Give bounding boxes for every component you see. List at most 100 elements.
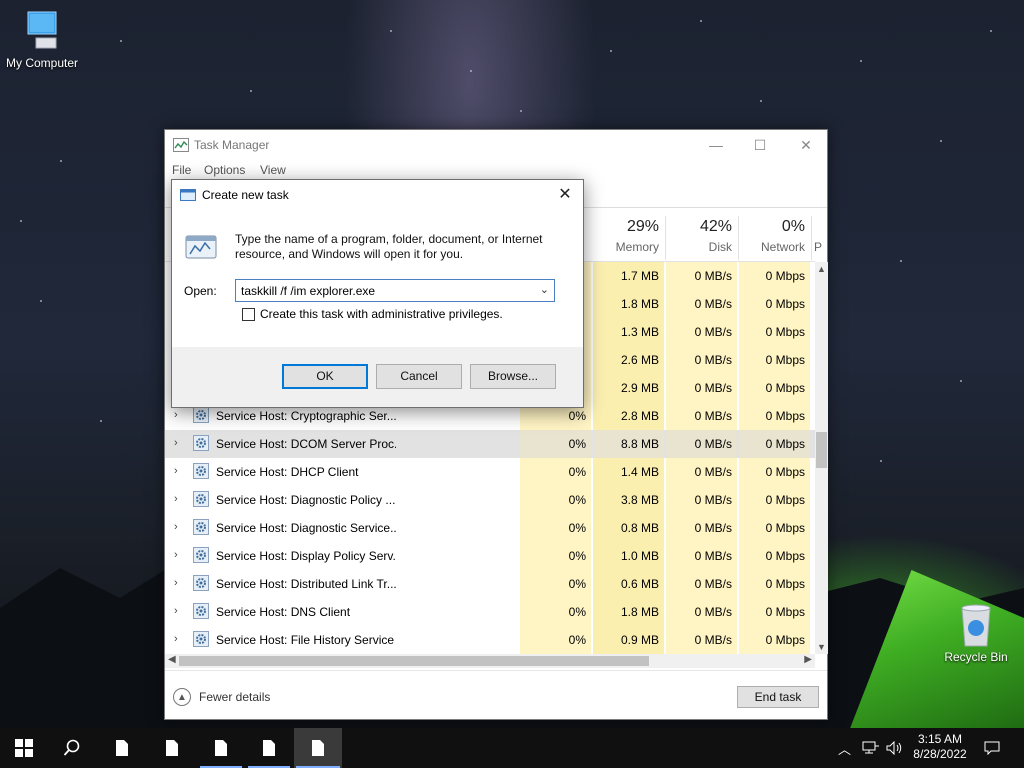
expand-chevron-icon[interactable]: › [174, 549, 178, 561]
monitor-icon [27, 11, 57, 49]
cpu-value: 0% [568, 437, 586, 451]
expand-chevron-icon[interactable]: › [174, 437, 178, 449]
scroll-down-arrow-icon[interactable]: ▼ [815, 642, 828, 652]
disk-value: 0 MB/s [694, 605, 732, 619]
table-row[interactable]: › Service Host: Diagnostic Service... 0% 0.… [165, 514, 815, 542]
memory-value: 0.6 MB [620, 577, 659, 591]
column-network[interactable]: 0% Network [741, 218, 805, 254]
taskbar-app-3[interactable] [198, 728, 244, 768]
taskbar-app-4[interactable] [246, 728, 292, 768]
clock[interactable]: 3:15 AM 8/28/2022 [908, 732, 972, 762]
maximize-button[interactable]: ☐ [737, 130, 783, 160]
close-button[interactable]: ✕ [783, 130, 829, 160]
memory-value: 8.8 MB [620, 437, 659, 451]
vertical-scrollbar[interactable]: ▲ ▼ [815, 262, 828, 654]
table-row[interactable]: › Service Host: DNS Client 0% 1.8 MB 0 MB/s 0… [165, 598, 815, 626]
dialog-title-bar[interactable]: Create new task [180, 188, 289, 202]
run-window-icon [180, 189, 196, 201]
open-combobox[interactable]: taskkill /f /im explorer.exe ⌄ [235, 279, 555, 302]
column-disk[interactable]: 42% Disk [668, 218, 732, 254]
admin-privileges-checkbox[interactable]: Create this task with administrative pri… [242, 307, 503, 321]
open-input[interactable]: taskkill /f /im explorer.exe [241, 284, 375, 298]
network-value: 0 Mbps [765, 521, 805, 535]
table-row[interactable]: › Service Host: File History Service 0% 0.9… [165, 626, 815, 654]
memory-value: 2.6 MB [620, 353, 659, 367]
ok-button[interactable]: OK [282, 364, 368, 389]
chevron-up-icon: ︿ [838, 741, 852, 757]
cancel-button[interactable]: Cancel [376, 364, 462, 389]
vertical-scroll-thumb[interactable] [816, 432, 827, 468]
window-title: Task Manager [194, 138, 270, 152]
expand-chevron-icon[interactable]: › [174, 633, 178, 645]
taskbar-app-5[interactable] [294, 728, 342, 768]
speaker-icon [886, 741, 902, 755]
dialog-close-button[interactable]: ✕ [553, 184, 577, 206]
notification-icon [984, 741, 1000, 756]
expand-chevron-icon[interactable]: › [174, 493, 178, 505]
taskbar-app-2[interactable] [148, 728, 196, 768]
end-task-button[interactable]: End task [737, 686, 819, 708]
process-name: Service Host: Diagnostic Policy ... [216, 493, 396, 507]
process-name: Service Host: Display Policy Serv... [216, 549, 396, 563]
scroll-right-arrow-icon[interactable]: ▶ [804, 654, 812, 665]
menu-file[interactable]: File [172, 163, 191, 177]
checkbox-box[interactable] [242, 307, 255, 321]
scroll-left-arrow-icon[interactable]: ◀ [168, 654, 176, 665]
fewer-details-button[interactable]: ▲ Fewer details [173, 688, 270, 706]
process-name: Service Host: Diagnostic Service... [216, 521, 396, 535]
expand-chevron-icon[interactable]: › [174, 409, 178, 421]
network-tray-button[interactable] [862, 728, 880, 768]
my-computer-label: My Computer [5, 56, 79, 70]
search-button[interactable] [48, 728, 96, 768]
memory-value: 1.0 MB [620, 549, 659, 563]
network-value: 0 Mbps [765, 605, 805, 619]
recycle-bin-icon[interactable]: Recycle Bin [934, 602, 1018, 664]
document-icon [116, 740, 128, 756]
notifications-button[interactable] [984, 728, 1000, 768]
memory-value: 1.8 MB [620, 605, 659, 619]
minimize-button[interactable]: — [693, 130, 739, 160]
column-memory[interactable]: 29% Memory [595, 218, 659, 254]
cpu-value: 0% [568, 633, 586, 647]
title-bar[interactable]: Task Manager — ☐ ✕ [165, 130, 827, 160]
column-power-partial[interactable]: . P [814, 218, 828, 254]
disk-value: 0 MB/s [694, 409, 732, 423]
volume-tray-button[interactable] [886, 728, 904, 768]
table-row[interactable]: › Service Host: DCOM Server Proc... 0% 8.8 … [165, 430, 815, 458]
network-value: 0 Mbps [765, 381, 805, 395]
menu-options[interactable]: Options [204, 163, 245, 177]
process-name: Service Host: Cryptographic Ser... [216, 409, 396, 423]
scroll-up-arrow-icon[interactable]: ▲ [815, 264, 828, 274]
start-button[interactable] [0, 728, 48, 768]
cpu-value: 0% [568, 549, 586, 563]
my-computer-icon[interactable]: My Computer [0, 10, 84, 70]
taskbar-app-1[interactable] [98, 728, 146, 768]
clock-date: 8/28/2022 [913, 747, 967, 761]
horizontal-scroll-thumb[interactable] [179, 656, 649, 666]
network-header-label: Network [760, 240, 805, 254]
tray-overflow-button[interactable]: ︿ [838, 728, 851, 768]
table-row[interactable]: › Service Host: Diagnostic Policy ... 0% 3.… [165, 486, 815, 514]
open-label: Open: [184, 284, 217, 298]
table-row[interactable]: › Service Host: Distributed Link Tr... 0% 0… [165, 570, 815, 598]
expand-chevron-icon[interactable]: › [174, 465, 178, 477]
disk-value: 0 MB/s [694, 269, 732, 283]
menu-view[interactable]: View [260, 163, 286, 177]
network-value: 0 Mbps [765, 409, 805, 423]
expand-chevron-icon[interactable]: › [174, 577, 178, 589]
memory-value: 1.8 MB [620, 297, 659, 311]
expand-chevron-icon[interactable]: › [174, 521, 178, 533]
chevron-down-icon[interactable]: ⌄ [540, 283, 549, 296]
disk-value: 0 MB/s [694, 353, 732, 367]
table-row[interactable]: › Service Host: DHCP Client 0% 1.4 MB 0 MB/s… [165, 458, 815, 486]
expand-chevron-icon[interactable]: › [174, 605, 178, 617]
trash-icon [961, 604, 991, 647]
disk-value: 0 MB/s [694, 465, 732, 479]
memory-value: 0.9 MB [620, 633, 659, 647]
horizontal-scrollbar[interactable]: ◀ ▶ [165, 654, 815, 668]
task-manager-icon [173, 138, 189, 152]
browse-button[interactable]: Browse... [470, 364, 556, 389]
table-row[interactable]: › Service Host: Display Policy Serv... 0% 1… [165, 542, 815, 570]
process-name: Service Host: DCOM Server Proc... [216, 437, 396, 451]
cpu-value: 0% [568, 493, 586, 507]
